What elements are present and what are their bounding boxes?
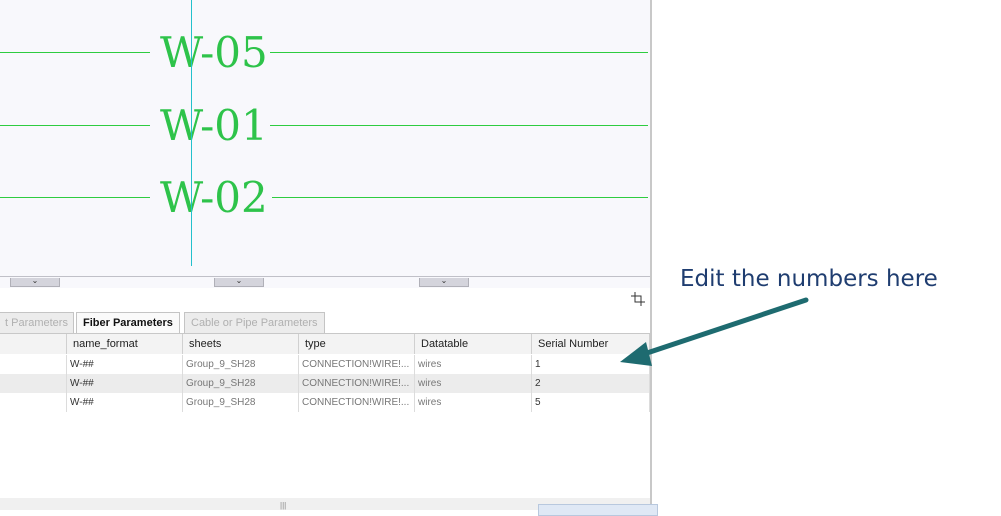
table-cell-datatable[interactable]: wires: [415, 355, 532, 374]
table-row[interactable]: W-## Group_9_SH28 CONNECTION!WIRE!... wi…: [0, 393, 650, 412]
cursor-crosshair-line: [191, 0, 192, 266]
table-cell-sheets[interactable]: Group_9_SH28: [183, 393, 299, 412]
table-cell-datatable[interactable]: wires: [415, 374, 532, 393]
column-header-datatable[interactable]: Datatable: [415, 334, 532, 354]
wire-label-w01[interactable]: W-01: [160, 105, 268, 147]
canvas-splitter[interactable]: [0, 276, 650, 277]
wire-line-w02-left: [0, 197, 150, 198]
wire-label-w05[interactable]: W-05: [160, 32, 268, 74]
column-header-sheets[interactable]: sheets: [183, 334, 299, 354]
column-header[interactable]: [0, 334, 67, 354]
chevron-down-icon[interactable]: ⌄: [419, 277, 469, 287]
table-cell[interactable]: [0, 355, 67, 374]
chevron-down-icon[interactable]: ⌄: [10, 277, 60, 287]
drawing-canvas[interactable]: W-05 W-01 W-02 ⌄ ⌄ ⌄: [0, 0, 650, 288]
table-cell[interactable]: [0, 393, 67, 412]
chevron-down-icon[interactable]: ⌄: [214, 277, 264, 287]
table-row[interactable]: W-## Group_9_SH28 CONNECTION!WIRE!... wi…: [0, 374, 650, 393]
table-cell-type[interactable]: CONNECTION!WIRE!...: [299, 374, 415, 393]
column-header-type[interactable]: type: [299, 334, 415, 354]
table-cell-datatable[interactable]: wires: [415, 393, 532, 412]
table-row[interactable]: W-## Group_9_SH28 CONNECTION!WIRE!... wi…: [0, 355, 650, 374]
annotation-text: Edit the numbers here: [680, 266, 938, 292]
wire-line-w05-right: [270, 52, 648, 53]
annotation-arrow-icon: [620, 297, 809, 366]
parameters-table: name_format sheets type Datatable Serial…: [0, 333, 650, 500]
column-header-name-format[interactable]: name_format: [67, 334, 183, 354]
tab-cable-or-pipe-parameters[interactable]: Cable or Pipe Parameters: [184, 312, 325, 333]
table-cell-name-format[interactable]: W-##: [67, 374, 183, 393]
window-frame-border: [650, 0, 652, 514]
table-cell-serial-number[interactable]: 5: [532, 393, 650, 412]
tab-parameters[interactable]: t Parameters: [0, 312, 74, 333]
wire-label-w02[interactable]: W-02: [160, 177, 268, 219]
wire-line-w01-right: [270, 125, 648, 126]
tab-fiber-parameters[interactable]: Fiber Parameters: [76, 312, 180, 334]
table-cell-sheets[interactable]: Group_9_SH28: [183, 355, 299, 374]
table-cell-sheets[interactable]: Group_9_SH28: [183, 374, 299, 393]
table-cell-type[interactable]: CONNECTION!WIRE!...: [299, 393, 415, 412]
table-cell-type[interactable]: CONNECTION!WIRE!...: [299, 355, 415, 374]
grip-icon[interactable]: |||: [280, 501, 286, 510]
table-cell[interactable]: [0, 374, 67, 393]
wire-line-w01-left: [0, 125, 150, 126]
table-cell-name-format[interactable]: W-##: [67, 355, 183, 374]
table-cell-name-format[interactable]: W-##: [67, 393, 183, 412]
wire-line-w05-left: [0, 52, 150, 53]
wire-line-w02-right: [272, 197, 648, 198]
status-chip: [538, 504, 658, 516]
